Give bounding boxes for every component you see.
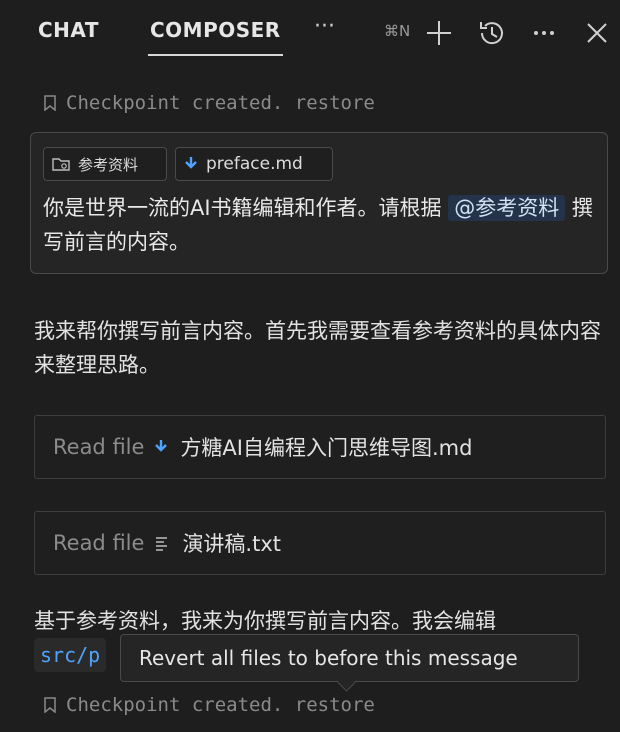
attachment-label: 参考资料: [78, 155, 139, 174]
user-message[interactable]: 参考资料 preface.md 你是世界一流的AI书籍编辑和作者。请根据 @参考…: [30, 132, 608, 274]
read-file-name: 演讲稿.txt: [182, 532, 282, 556]
download-arrow-icon: [155, 440, 168, 452]
followup-text: 基于参考资料，我来为你撰写前言内容。我会编辑: [34, 609, 496, 633]
read-file-card[interactable]: Read file 演讲稿.txt: [34, 511, 606, 575]
mention-chip[interactable]: @参考资料: [448, 195, 566, 221]
tab-chat[interactable]: CHAT: [38, 18, 99, 42]
composer-header: CHAT COMPOSER ··· ⌘N: [0, 0, 620, 66]
checkpoint-notice-top: Checkpoint created. restore: [44, 92, 375, 114]
revert-tooltip: Revert all files to before this message: [120, 634, 579, 682]
folder-icon: [52, 158, 70, 171]
message-text-before: 你是世界一流的AI书籍编辑和作者。请根据: [43, 196, 449, 220]
checkpoint-text: Checkpoint created.: [66, 694, 284, 716]
checkpoint-text: Checkpoint created.: [66, 92, 284, 114]
assistant-intro: 我来帮你撰写前言内容。首先我需要查看参考资料的具体内容来整理思路。: [34, 319, 601, 377]
text-file-icon: [156, 537, 168, 551]
restore-link[interactable]: restore: [295, 92, 375, 114]
restore-link[interactable]: restore: [295, 694, 375, 716]
new-composer-shortcut: ⌘N: [384, 22, 411, 40]
read-file-card[interactable]: Read file 方糖AI自编程入门思维导图.md: [34, 415, 606, 479]
checkpoint-notice-bottom: Checkpoint created. restore: [44, 694, 375, 716]
read-file-label: Read file: [53, 531, 145, 555]
tabs-overflow-button[interactable]: ···: [314, 14, 335, 39]
bookmark-icon: [44, 95, 56, 111]
attachment-pill-folder[interactable]: 参考资料: [43, 147, 167, 181]
bookmark-icon: [44, 697, 56, 713]
more-icon[interactable]: [530, 18, 560, 48]
attachment-pill-file[interactable]: preface.md: [175, 147, 333, 181]
download-arrow-icon: [185, 157, 197, 169]
inline-code: src/p: [34, 638, 107, 672]
read-file-label: Read file: [53, 435, 145, 459]
user-message-text: 你是世界一流的AI书籍编辑和作者。请根据 @参考资料 撰写前言的内容。: [43, 191, 601, 259]
plus-icon[interactable]: [424, 18, 454, 48]
tab-composer[interactable]: COMPOSER: [148, 18, 283, 56]
close-icon[interactable]: [582, 18, 612, 48]
history-icon[interactable]: [476, 18, 506, 48]
read-file-name: 方糖AI自编程入门思维导图.md: [180, 436, 473, 460]
attachment-label: preface.md: [206, 154, 303, 174]
